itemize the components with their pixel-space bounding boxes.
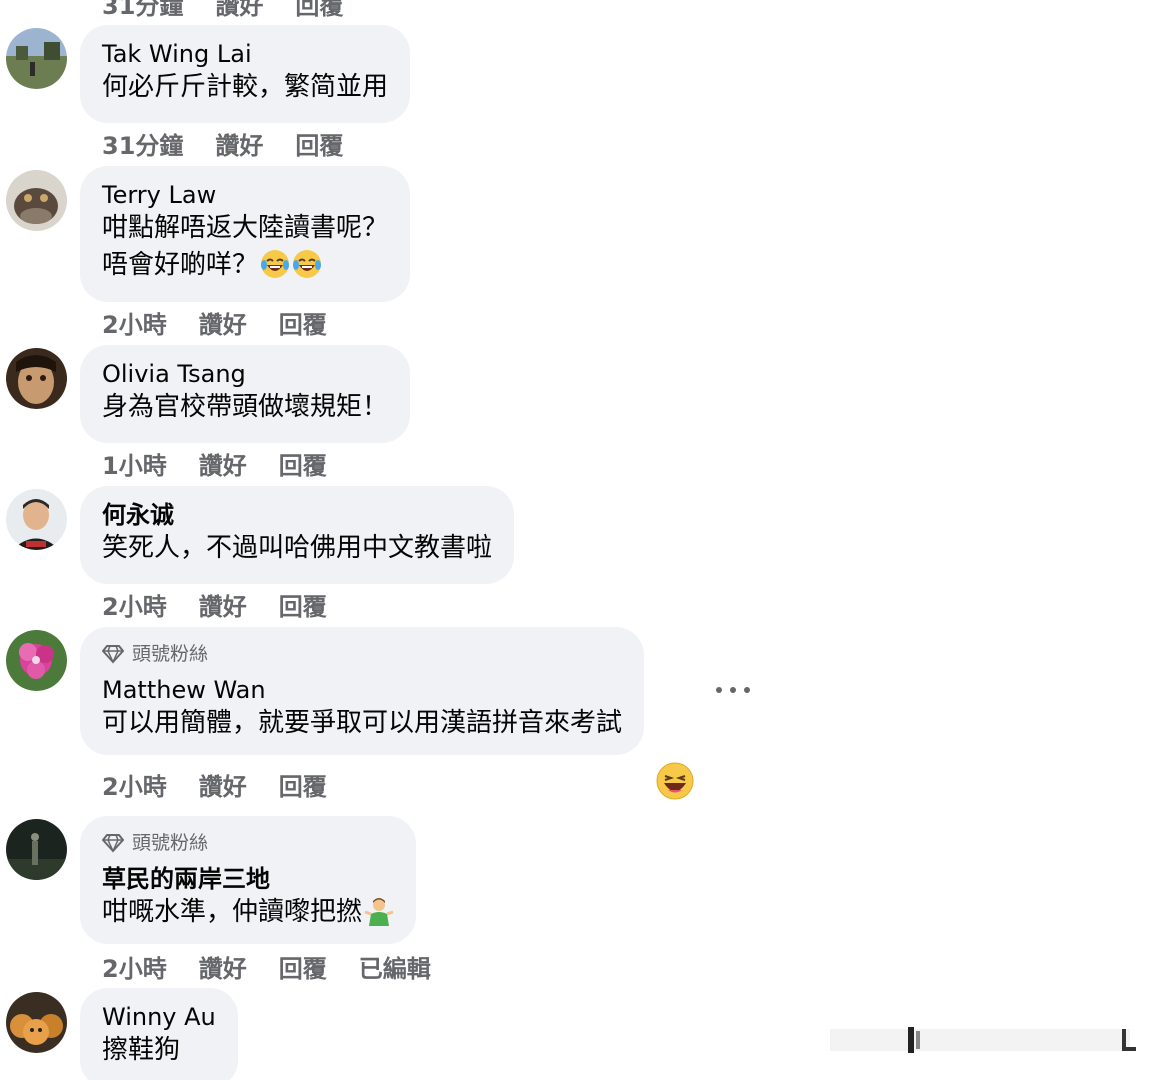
like-link[interactable]: 讚好 [215,126,263,161]
avatar[interactable] [6,170,67,231]
comment-actions: 2小時 讚好 回覆 [102,587,359,622]
comment-text-line-1: 咁點解唔返大陸讀書呢？ [102,213,389,243]
comment-actions: 2小時 讚好 回覆 已編輯 [102,949,463,984]
like-link[interactable]: 讚好 [199,587,247,622]
reply-link[interactable]: 回覆 [279,587,327,622]
diamond-icon [102,645,124,664]
avatar[interactable] [6,348,67,409]
avatar[interactable] [6,819,67,880]
reply-link[interactable]: 回覆 [279,305,327,340]
timestamp[interactable]: 31分鐘 [102,0,183,21]
badge-label: 頭號粉絲 [132,832,209,854]
shrug-emoji-icon [364,898,394,926]
laughing-tears-emoji-icon [293,250,322,278]
comment-bubble: Terry Law 咁點解唔返大陸讀書呢？ 唔會好啲咩？ [80,166,411,302]
haha-reaction-icon[interactable] [656,762,694,800]
comment-actions: 1小時 讚好 回覆 [102,446,359,481]
badge-label: 頭號粉絲 [132,643,209,665]
comment-text: 咁嘅水準，仲讀嚟把撚 [102,897,363,927]
like-link[interactable]: 讚好 [199,446,247,481]
like-link[interactable]: 讚好 [215,0,263,21]
comment-text-line-2: 唔會好啲咩？ [102,247,388,284]
comment-text: 擦鞋狗 [102,1035,181,1065]
top-fan-badge: 頭號粉絲 [102,830,394,856]
timestamp[interactable]: 2小時 [102,949,167,984]
author-name[interactable]: Terry Law [102,180,388,210]
comment-actions: 31分鐘 讚好 回覆 [102,126,375,161]
author-name[interactable]: Tak Wing Lai [102,39,388,69]
comment-text: 身為官校帶頭做壞規矩！ [102,392,389,422]
comment-bubble: Winny Au 擦鞋狗 [80,988,238,1080]
laughing-tears-emoji-icon [261,250,290,278]
author-name[interactable]: Matthew Wan [102,675,622,705]
comment-bubble: Olivia Tsang 身為官校帶頭做壞規矩！ [80,345,411,443]
comment-text-line-2-text: 唔會好啲咩？ [102,250,259,280]
comment-text: 可以用簡體，就要爭取可以用漢語拼音來考試 [102,708,623,738]
reply-link[interactable]: 回覆 [295,0,343,21]
reply-link[interactable]: 回覆 [279,767,327,802]
author-name[interactable]: Olivia Tsang [102,359,388,389]
comment-text: 笑死人，不過叫哈佛用中文教書啦 [102,533,493,563]
author-name[interactable]: 草民的兩岸三地 [102,864,394,894]
author-name[interactable]: Winny Au [102,1002,216,1032]
avatar[interactable] [6,630,67,691]
timestamp[interactable]: 2小時 [102,305,167,340]
timestamp[interactable]: 31分鐘 [102,126,183,161]
comment-bubble: Tak Wing Lai 何必斤斤計較，繁简並用 [80,25,411,123]
avatar[interactable] [6,489,67,550]
reply-link[interactable]: 回覆 [279,949,327,984]
timestamp[interactable]: 2小時 [102,767,167,802]
comment-bubble: 頭號粉絲 Matthew Wan 可以用簡體，就要爭取可以用漢語拼音來考試 [80,627,645,755]
timestamp[interactable]: 1小時 [102,446,167,481]
like-link[interactable]: 讚好 [199,767,247,802]
comment-text-line: 咁嘅水準，仲讀嚟把撚 [102,894,394,931]
watermark-icon [830,1027,1136,1053]
comment-text: 何必斤斤計較，繁简並用 [102,72,389,102]
top-fan-badge: 頭號粉絲 [102,641,622,667]
like-link[interactable]: 讚好 [199,305,247,340]
reply-link[interactable]: 回覆 [279,446,327,481]
reply-link[interactable]: 回覆 [295,126,343,161]
comment-actions: 2小時 讚好 回覆 [102,767,359,802]
avatar[interactable] [6,992,67,1053]
timestamp[interactable]: 2小時 [102,587,167,622]
comment-actions: 2小時 讚好 回覆 [102,305,359,340]
comment-actions-prev: 31分鐘 讚好 回覆 [102,0,375,21]
author-name[interactable]: 何永诚 [102,500,492,530]
edited-label[interactable]: 已編輯 [359,949,431,984]
more-options-icon[interactable] [716,680,750,700]
like-link[interactable]: 讚好 [199,949,247,984]
comment-bubble: 何永诚 笑死人，不過叫哈佛用中文教書啦 [80,486,515,584]
comment-bubble: 頭號粉絲 草民的兩岸三地 咁嘅水準，仲讀嚟把撚 [80,816,417,944]
diamond-icon [102,834,124,853]
avatar[interactable] [6,28,67,89]
